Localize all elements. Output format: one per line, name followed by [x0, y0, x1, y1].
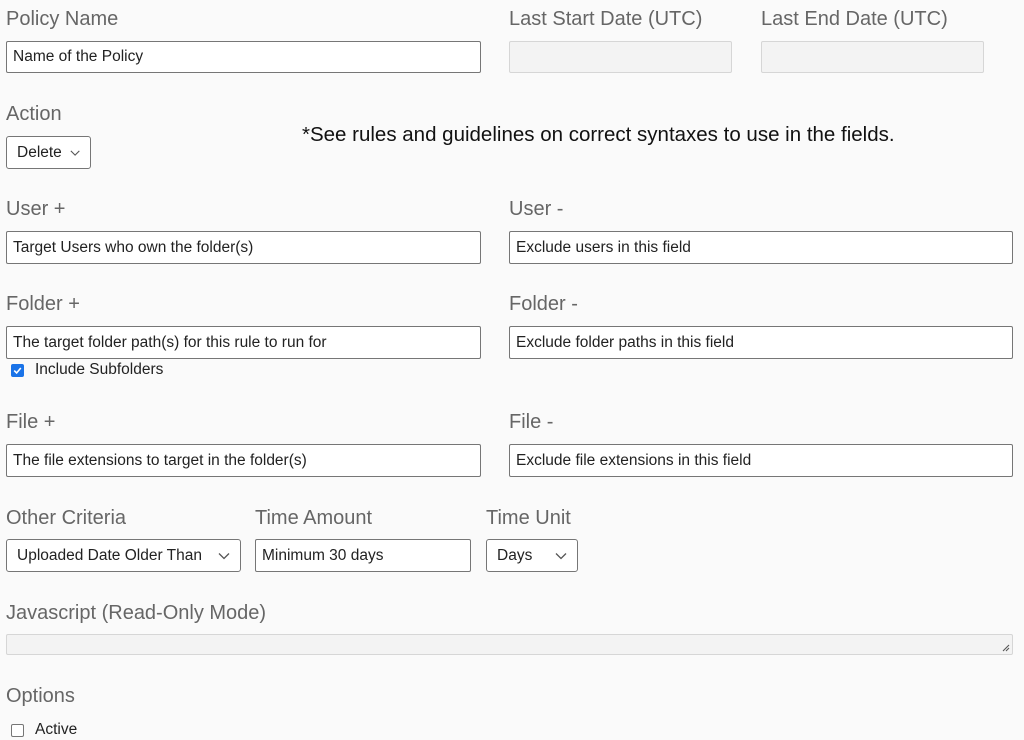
check-icon — [13, 366, 22, 374]
user-exclude-input[interactable]: Exclude users in this field — [509, 231, 1013, 264]
chevron-down-icon — [218, 552, 230, 559]
folder-exclude-input[interactable]: Exclude folder paths in this field — [509, 326, 1013, 359]
user-include-input[interactable]: Target Users who own the folder(s) — [6, 231, 481, 264]
time-amount-label: Time Amount — [255, 507, 373, 529]
action-label: Action — [6, 103, 62, 125]
file-include-label: File + — [6, 411, 56, 433]
resize-handle-icon[interactable] — [1000, 642, 1010, 652]
user-exclude-label: User - — [509, 198, 564, 220]
include-subfolders-option[interactable]: Include Subfolders — [11, 361, 163, 379]
javascript-textarea — [6, 634, 1013, 655]
time-amount-input[interactable]: Minimum 30 days — [255, 539, 471, 572]
policy-name-label: Policy Name — [6, 8, 119, 30]
user-include-label: User + — [6, 198, 66, 220]
active-label: Active — [35, 721, 78, 738]
folder-exclude-label: Folder - — [509, 293, 578, 315]
file-include-input[interactable]: The file extensions to target in the fol… — [6, 444, 481, 477]
file-exclude-label: File - — [509, 411, 554, 433]
chevron-down-icon — [555, 552, 567, 559]
active-option[interactable]: Active — [11, 721, 77, 739]
active-checkbox[interactable] — [11, 723, 24, 737]
last-end-date-field — [761, 41, 984, 73]
folder-include-input[interactable]: The target folder path(s) for this rule … — [6, 326, 481, 359]
folder-include-label: Folder + — [6, 293, 80, 315]
policy-name-input[interactable]: Name of the Policy — [6, 41, 481, 73]
javascript-label: Javascript (Read-Only Mode) — [6, 602, 267, 624]
last-start-date-field — [509, 41, 732, 73]
include-subfolders-checkbox[interactable] — [11, 363, 24, 377]
include-subfolders-label: Include Subfolders — [35, 361, 164, 378]
syntax-note: *See rules and guidelines on correct syn… — [302, 123, 895, 146]
action-select-value: Delete — [17, 143, 62, 161]
other-criteria-label: Other Criteria — [6, 507, 127, 529]
time-unit-label: Time Unit — [486, 507, 571, 529]
chevron-down-icon — [70, 149, 80, 156]
file-exclude-input[interactable]: Exclude file extensions in this field — [509, 444, 1013, 477]
time-unit-value: Days — [497, 546, 533, 564]
last-start-date-label: Last Start Date (UTC) — [509, 8, 703, 30]
other-criteria-value: Uploaded Date Older Than — [17, 546, 202, 564]
other-criteria-select[interactable]: Uploaded Date Older Than — [6, 539, 241, 572]
time-unit-select[interactable]: Days — [486, 539, 578, 572]
options-label: Options — [6, 685, 75, 707]
action-select[interactable]: Delete — [6, 136, 91, 169]
last-end-date-label: Last End Date (UTC) — [761, 8, 948, 30]
